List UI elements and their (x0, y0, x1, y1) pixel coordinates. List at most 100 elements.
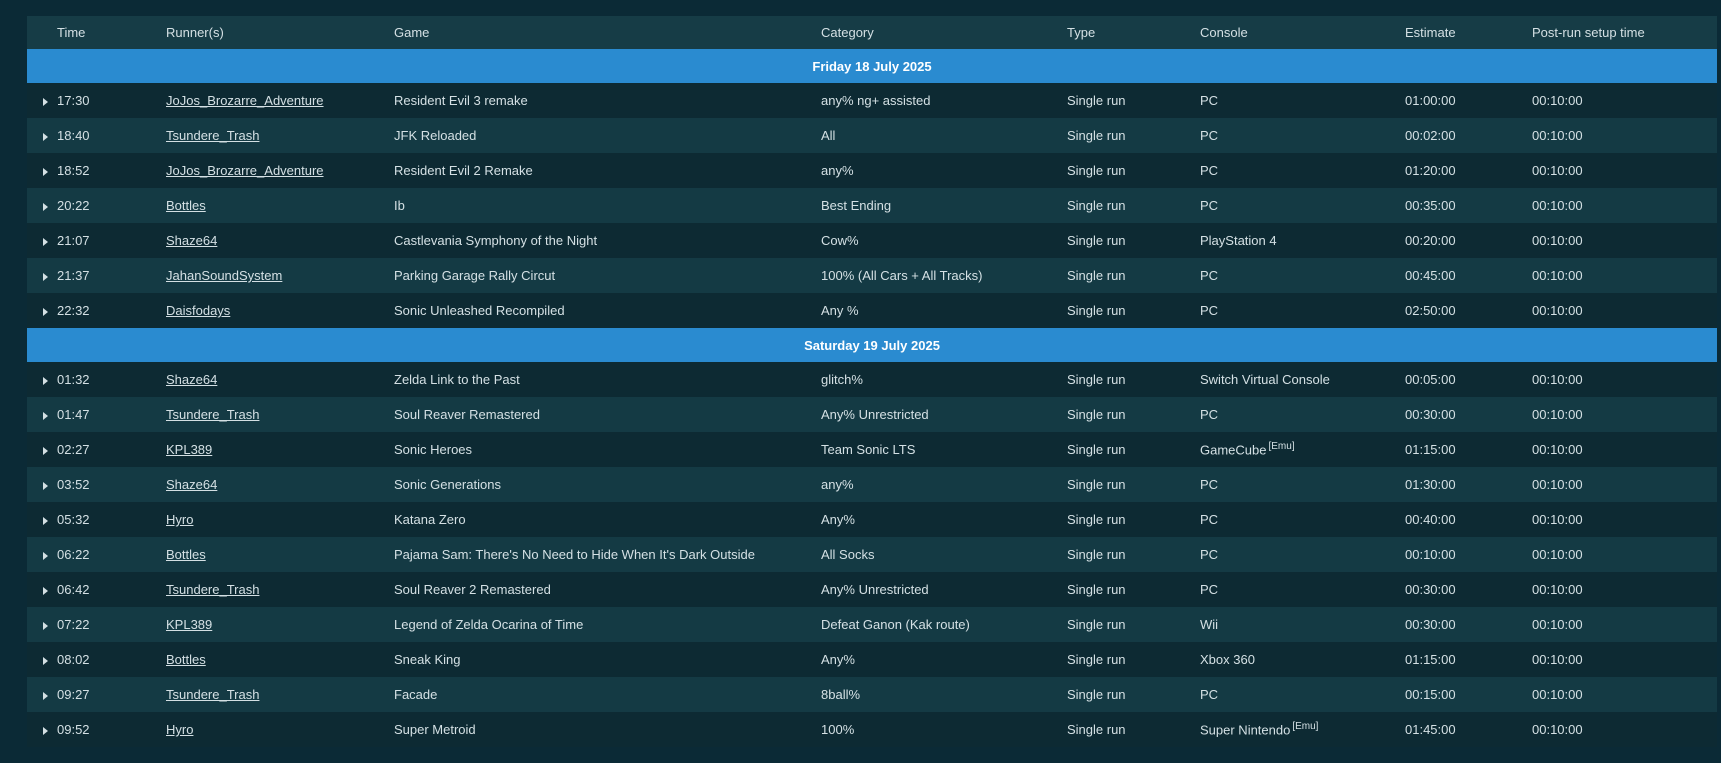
caret-right-icon[interactable] (42, 132, 48, 141)
cell-type: Single run (1067, 163, 1126, 178)
cell-type: Single run (1067, 198, 1126, 213)
cell-type: Single run (1067, 268, 1126, 283)
runner-link[interactable]: Tsundere_Trash (166, 687, 259, 702)
caret-right-icon[interactable] (42, 97, 48, 106)
runner-link[interactable]: Bottles (166, 198, 206, 213)
row-toggle[interactable] (27, 118, 57, 153)
runner-link[interactable]: JoJos_Brozarre_Adventure (166, 163, 324, 178)
cell-game: Resident Evil 3 remake (394, 93, 528, 108)
row-toggle[interactable] (27, 397, 57, 432)
row-toggle[interactable] (27, 467, 57, 502)
cell-category: glitch% (821, 372, 863, 387)
runner-link[interactable]: Tsundere_Trash (166, 582, 259, 597)
cell-console: PC (1200, 572, 1405, 607)
runner-link[interactable]: Tsundere_Trash (166, 407, 259, 422)
cell-console: Switch Virtual Console (1200, 362, 1405, 397)
caret-right-icon[interactable] (42, 656, 48, 665)
cell-time: 06:42 (57, 582, 90, 597)
runner-link[interactable]: Hyro (166, 512, 193, 527)
day-header-row: Saturday 19 July 2025 (27, 328, 1717, 362)
row-toggle[interactable] (27, 432, 57, 467)
cell-type: Single run (1067, 372, 1126, 387)
row-toggle[interactable] (27, 572, 57, 607)
row-toggle[interactable] (27, 153, 57, 188)
row-toggle[interactable] (27, 188, 57, 223)
row-toggle[interactable] (27, 83, 57, 118)
runner-link[interactable]: Shaze64 (166, 233, 217, 248)
caret-right-icon[interactable] (42, 307, 48, 316)
caret-right-icon[interactable] (42, 586, 48, 595)
cell-game: Castlevania Symphony of the Night (394, 233, 598, 248)
day-label: Saturday 19 July 2025 (804, 337, 940, 353)
row-toggle[interactable] (27, 223, 57, 258)
caret-right-icon[interactable] (42, 411, 48, 420)
caret-right-icon[interactable] (42, 237, 48, 246)
row-toggle[interactable] (27, 642, 57, 677)
cell-setup: 00:10:00 (1532, 233, 1583, 248)
caret-right-icon[interactable] (42, 167, 48, 176)
table-row[interactable]: 08:02 Bottles Sneak King Any% Single run Xbox… (27, 642, 1717, 677)
runner-link[interactable]: Tsundere_Trash (166, 128, 259, 143)
caret-right-icon[interactable] (42, 376, 48, 385)
caret-right-icon[interactable] (42, 481, 48, 490)
cell-setup: 00:10:00 (1532, 687, 1583, 702)
table-row[interactable]: 01:32 Shaze64 Zelda Link to the Past glitch… (27, 362, 1717, 397)
cell-console: PC (1200, 467, 1405, 502)
table-row[interactable]: 06:22 Bottles Pajama Sam: There's No Need … (27, 537, 1717, 572)
row-toggle[interactable] (27, 607, 57, 642)
runner-link[interactable]: Daisfodays (166, 303, 230, 318)
caret-right-icon[interactable] (42, 691, 48, 700)
caret-right-icon[interactable] (42, 516, 48, 525)
row-toggle[interactable] (27, 712, 57, 747)
row-toggle[interactable] (27, 293, 57, 328)
caret-right-icon[interactable] (42, 551, 48, 560)
table-row[interactable]: 20:22 Bottles Ib Best Ending Single run PC 00:… (27, 188, 1717, 223)
table-row[interactable]: 18:40 Tsundere_Trash JFK Reloaded All Single… (27, 118, 1717, 153)
cell-game: Sonic Unleashed Recompiled (394, 303, 565, 318)
runner-link[interactable]: Bottles (166, 652, 206, 667)
cell-category: 100% (All Cars + All Tracks) (821, 268, 983, 283)
cell-game: Soul Reaver 2 Remastered (394, 582, 551, 597)
runner-link[interactable]: JahanSoundSystem (166, 268, 282, 283)
runner-link[interactable]: Shaze64 (166, 372, 217, 387)
runner-link[interactable]: Shaze64 (166, 477, 217, 492)
runner-link[interactable]: KPL389 (166, 442, 212, 457)
table-row[interactable]: 02:27 KPL389 Sonic Heroes Team Sonic LTS Sin… (27, 432, 1717, 467)
table-row[interactable]: 01:47 Tsundere_Trash Soul Reaver Remastere… (27, 397, 1717, 432)
caret-right-icon[interactable] (42, 202, 48, 211)
cell-category: Best Ending (821, 198, 892, 213)
row-toggle[interactable] (27, 258, 57, 293)
table-row[interactable]: 05:32 Hyro Katana Zero Any% Single run PC 00:4… (27, 502, 1717, 537)
table-row[interactable]: 06:42 Tsundere_Trash Soul Reaver 2 Remaste… (27, 572, 1717, 607)
caret-right-icon[interactable] (42, 726, 48, 735)
table-row[interactable]: 07:22 KPL389 Legend of Zelda Ocarina of Ti… (27, 607, 1717, 642)
row-toggle[interactable] (27, 502, 57, 537)
cell-runner: Shaze64 (166, 467, 394, 502)
runner-link[interactable]: Hyro (166, 722, 193, 737)
table-row[interactable]: 09:52 Hyro Super Metroid 100% Single run Supe… (27, 712, 1717, 747)
cell-game: Sonic Generations (394, 477, 501, 492)
row-toggle[interactable] (27, 677, 57, 712)
table-row[interactable]: 03:52 Shaze64 Sonic Generations any% Single … (27, 467, 1717, 502)
table-row[interactable]: 18:52 JoJos_Brozarre_Adventure Resident Ev… (27, 153, 1717, 188)
cell-setup: 00:10:00 (1532, 617, 1583, 632)
runner-link[interactable]: KPL389 (166, 617, 212, 632)
cell-runner: Tsundere_Trash (166, 677, 394, 712)
caret-right-icon[interactable] (42, 446, 48, 455)
caret-right-icon[interactable] (42, 621, 48, 630)
caret-right-icon[interactable] (42, 272, 48, 281)
runner-link[interactable]: Bottles (166, 547, 206, 562)
table-row[interactable]: 17:30 JoJos_Brozarre_Adventure Resident Ev… (27, 83, 1717, 118)
runner-link[interactable]: JoJos_Brozarre_Adventure (166, 93, 324, 108)
table-row[interactable]: 21:07 Shaze64 Castlevania Symphony of the … (27, 223, 1717, 258)
cell-console: PC (1200, 188, 1405, 223)
cell-category: Any% Unrestricted (821, 407, 929, 422)
console-name: Xbox 360 (1200, 652, 1255, 667)
cell-estimate: 00:02:00 (1405, 128, 1456, 143)
table-row[interactable]: 21:37 JahanSoundSystem Parking Garage Rall… (27, 258, 1717, 293)
row-toggle[interactable] (27, 362, 57, 397)
row-toggle[interactable] (27, 537, 57, 572)
table-row[interactable]: 22:32 Daisfodays Sonic Unleashed Recompile… (27, 293, 1717, 328)
table-row[interactable]: 09:27 Tsundere_Trash Facade 8ball% Single ru… (27, 677, 1717, 712)
cell-console: PC (1200, 677, 1405, 712)
